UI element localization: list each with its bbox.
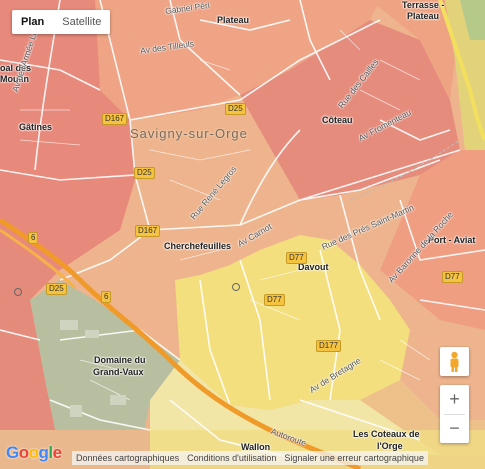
place-coteaux-line1: Les Coteaux de — [353, 429, 420, 439]
street-view-pegman[interactable] — [440, 347, 469, 376]
place-terrasse-line2: Plateau — [407, 11, 440, 21]
report-error-link[interactable]: Signaler une erreur cartographique — [280, 451, 428, 465]
google-logo[interactable]: Google — [6, 443, 62, 463]
road-shield-d177: D177 — [316, 340, 342, 352]
road-shield-d167-top: D167 — [102, 113, 128, 125]
zoom-out-button[interactable]: − — [440, 415, 469, 443]
map-footer: Données cartographiques Conditions d'uti… — [72, 451, 428, 465]
road-shield-d167-mid: D167 — [135, 225, 161, 237]
zoom-in-button[interactable]: + — [440, 385, 469, 414]
map-type-plan-button[interactable]: Plan — [12, 10, 53, 34]
place-terrasse-line1: Terrasse - — [402, 0, 445, 10]
place-gatines: Gâtines — [19, 122, 53, 132]
map-base-layer — [0, 0, 485, 469]
place-cherchefeuilles: Cherchefeuilles — [164, 241, 232, 251]
map-type-control: Plan Satellite — [12, 10, 111, 34]
road-shield-6-a: 6 — [28, 232, 39, 244]
city-label: Savigny-sur-Orge — [130, 126, 248, 141]
road-shield-d25-mid: D25 — [134, 167, 155, 179]
road-shield-d25-left: D25 — [46, 283, 67, 295]
place-plateau: Plateau — [217, 15, 250, 25]
place-coteau: Côteau — [322, 115, 353, 125]
place-domaine-line1: Domaine du — [94, 355, 146, 365]
pegman-icon — [450, 351, 459, 372]
road-shield-d25-top: D25 — [225, 103, 246, 115]
road-shield-d77-right: D77 — [442, 271, 463, 283]
road-shield-d77-b: D77 — [264, 294, 285, 306]
place-domaine-line2: Grand-Vaux — [93, 367, 144, 377]
road-shield-d77-a: D77 — [286, 252, 307, 264]
map-canvas[interactable]: Savigny-sur-Orge Gâtines Côteau Plateau … — [0, 0, 485, 469]
map-type-satellite-button[interactable]: Satellite — [53, 10, 110, 34]
terms-link[interactable]: Conditions d'utilisation — [183, 451, 280, 465]
road-shield-6-b: 6 — [101, 291, 112, 303]
map-data-link[interactable]: Données cartographiques — [72, 451, 183, 465]
zoom-control: + − — [440, 385, 469, 443]
